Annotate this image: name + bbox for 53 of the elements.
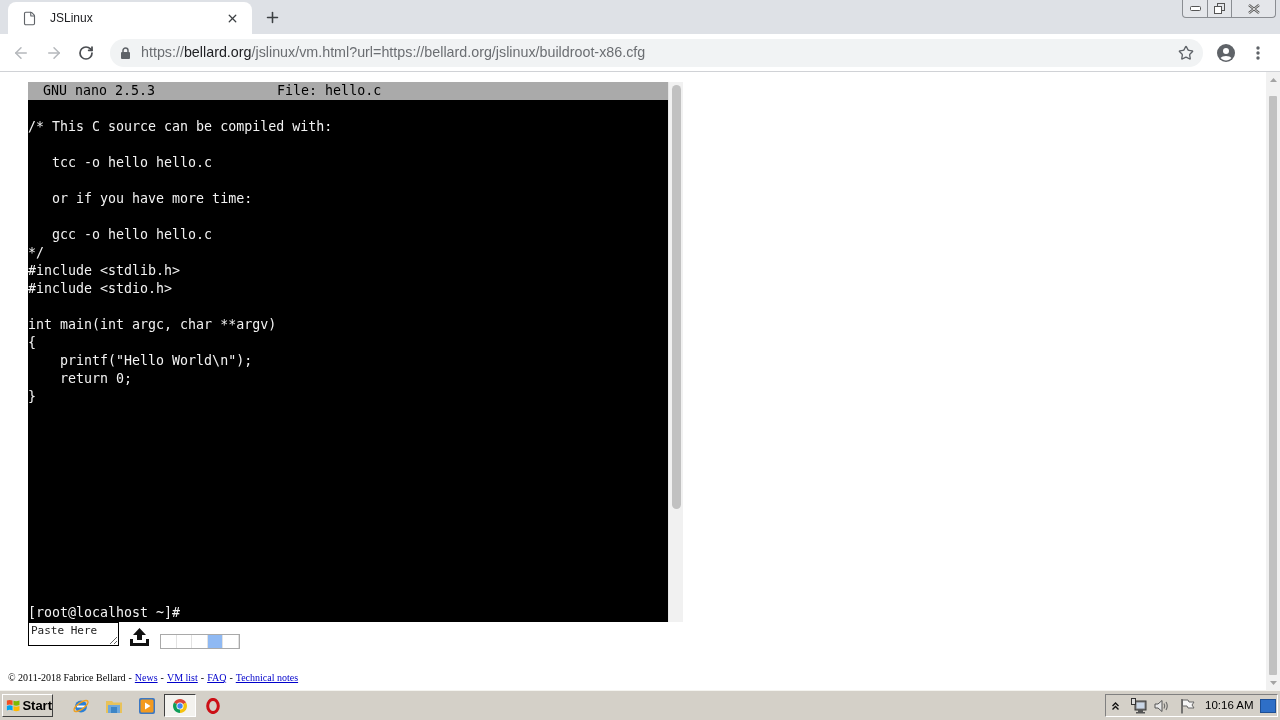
footer-link[interactable]: Technical notes — [235, 672, 299, 683]
clock-time[interactable]: 10:16 AM — [1205, 696, 1254, 715]
code-line: #include <stdio.h> — [28, 280, 173, 298]
code-line: { — [28, 334, 36, 352]
code-line: gcc -o hello hello.c — [51, 226, 213, 244]
page-scrollbar[interactable] — [1266, 72, 1280, 690]
editor-version: GNU nano 2.5.3 — [43, 82, 156, 100]
footer-link[interactable]: FAQ — [207, 672, 227, 683]
scroll-down-icon[interactable] — [1269, 681, 1277, 685]
footer-link[interactable]: News — [134, 672, 158, 683]
scroll-up-icon[interactable] — [1269, 78, 1277, 82]
network-icon[interactable] — [1131, 697, 1147, 714]
ring-logo-icon — [206, 697, 220, 714]
footer-link[interactable]: VM list — [166, 672, 198, 683]
footer-text: © 2011-2018 Fabrice Bellard - News - VM list - FAQ - Technical notes — [8, 672, 299, 684]
flag-icon[interactable] — [1180, 697, 1195, 714]
round-browser-icon — [172, 697, 188, 714]
shell-prompt: [root@localhost ~]# — [28, 604, 181, 622]
speaker-icon[interactable] — [1154, 698, 1170, 713]
paste-field[interactable]: Paste Here — [28, 622, 119, 646]
scrollbar-thumb[interactable] — [1269, 96, 1277, 675]
profile-icon — [1217, 43, 1235, 62]
address-bar[interactable]: https://bellard.org/jslinux/vm.html?url=https://bellard.org/jslinux/buildroot-x86.cfg — [110, 38, 1203, 67]
code-line: #include <stdlib.h> — [28, 262, 181, 280]
url-text: https://bellard.org/jslinux/vm.html?url=https://bellard.org/jslinux/buildroot-x86.cfg — [141, 42, 646, 62]
restore-icon — [1214, 3, 1225, 14]
close-icon — [1247, 3, 1260, 14]
code-line: */ — [28, 244, 44, 262]
star-icon — [1178, 44, 1194, 61]
code-line: or if you have more time: — [51, 190, 253, 208]
scrollbar-thumb[interactable] — [671, 85, 681, 509]
code-line: /* This C source can be compiled with: — [28, 118, 333, 136]
lock-icon — [121, 46, 130, 59]
code-line: int main(int argc, char **argv) — [28, 316, 277, 334]
taskbar-app-button[interactable] — [164, 694, 196, 717]
code-line: tcc -o hello hello.c — [51, 154, 213, 172]
media-player-icon — [138, 696, 156, 715]
menu-icon — [1256, 45, 1260, 60]
terminal-scrollbar[interactable] — [668, 82, 683, 622]
code-line: return 0; — [59, 370, 133, 388]
start-button[interactable]: Start — [2, 694, 53, 717]
upload-icon[interactable] — [130, 628, 149, 646]
code-line: printf("Hello World\n"); — [59, 352, 253, 370]
minimize-icon — [1189, 6, 1201, 11]
file-name: File: hello.c — [277, 82, 382, 100]
chevron-up-icon[interactable] — [1112, 701, 1119, 710]
reload-icon — [78, 44, 94, 61]
code-line: } — [28, 388, 36, 406]
browser-tab[interactable]: JSLinux — [8, 2, 252, 34]
start-logo-icon — [6, 698, 21, 713]
terminal-screen[interactable] — [28, 82, 668, 622]
page-icon — [22, 10, 37, 26]
show-desktop-button[interactable] — [1260, 698, 1276, 713]
